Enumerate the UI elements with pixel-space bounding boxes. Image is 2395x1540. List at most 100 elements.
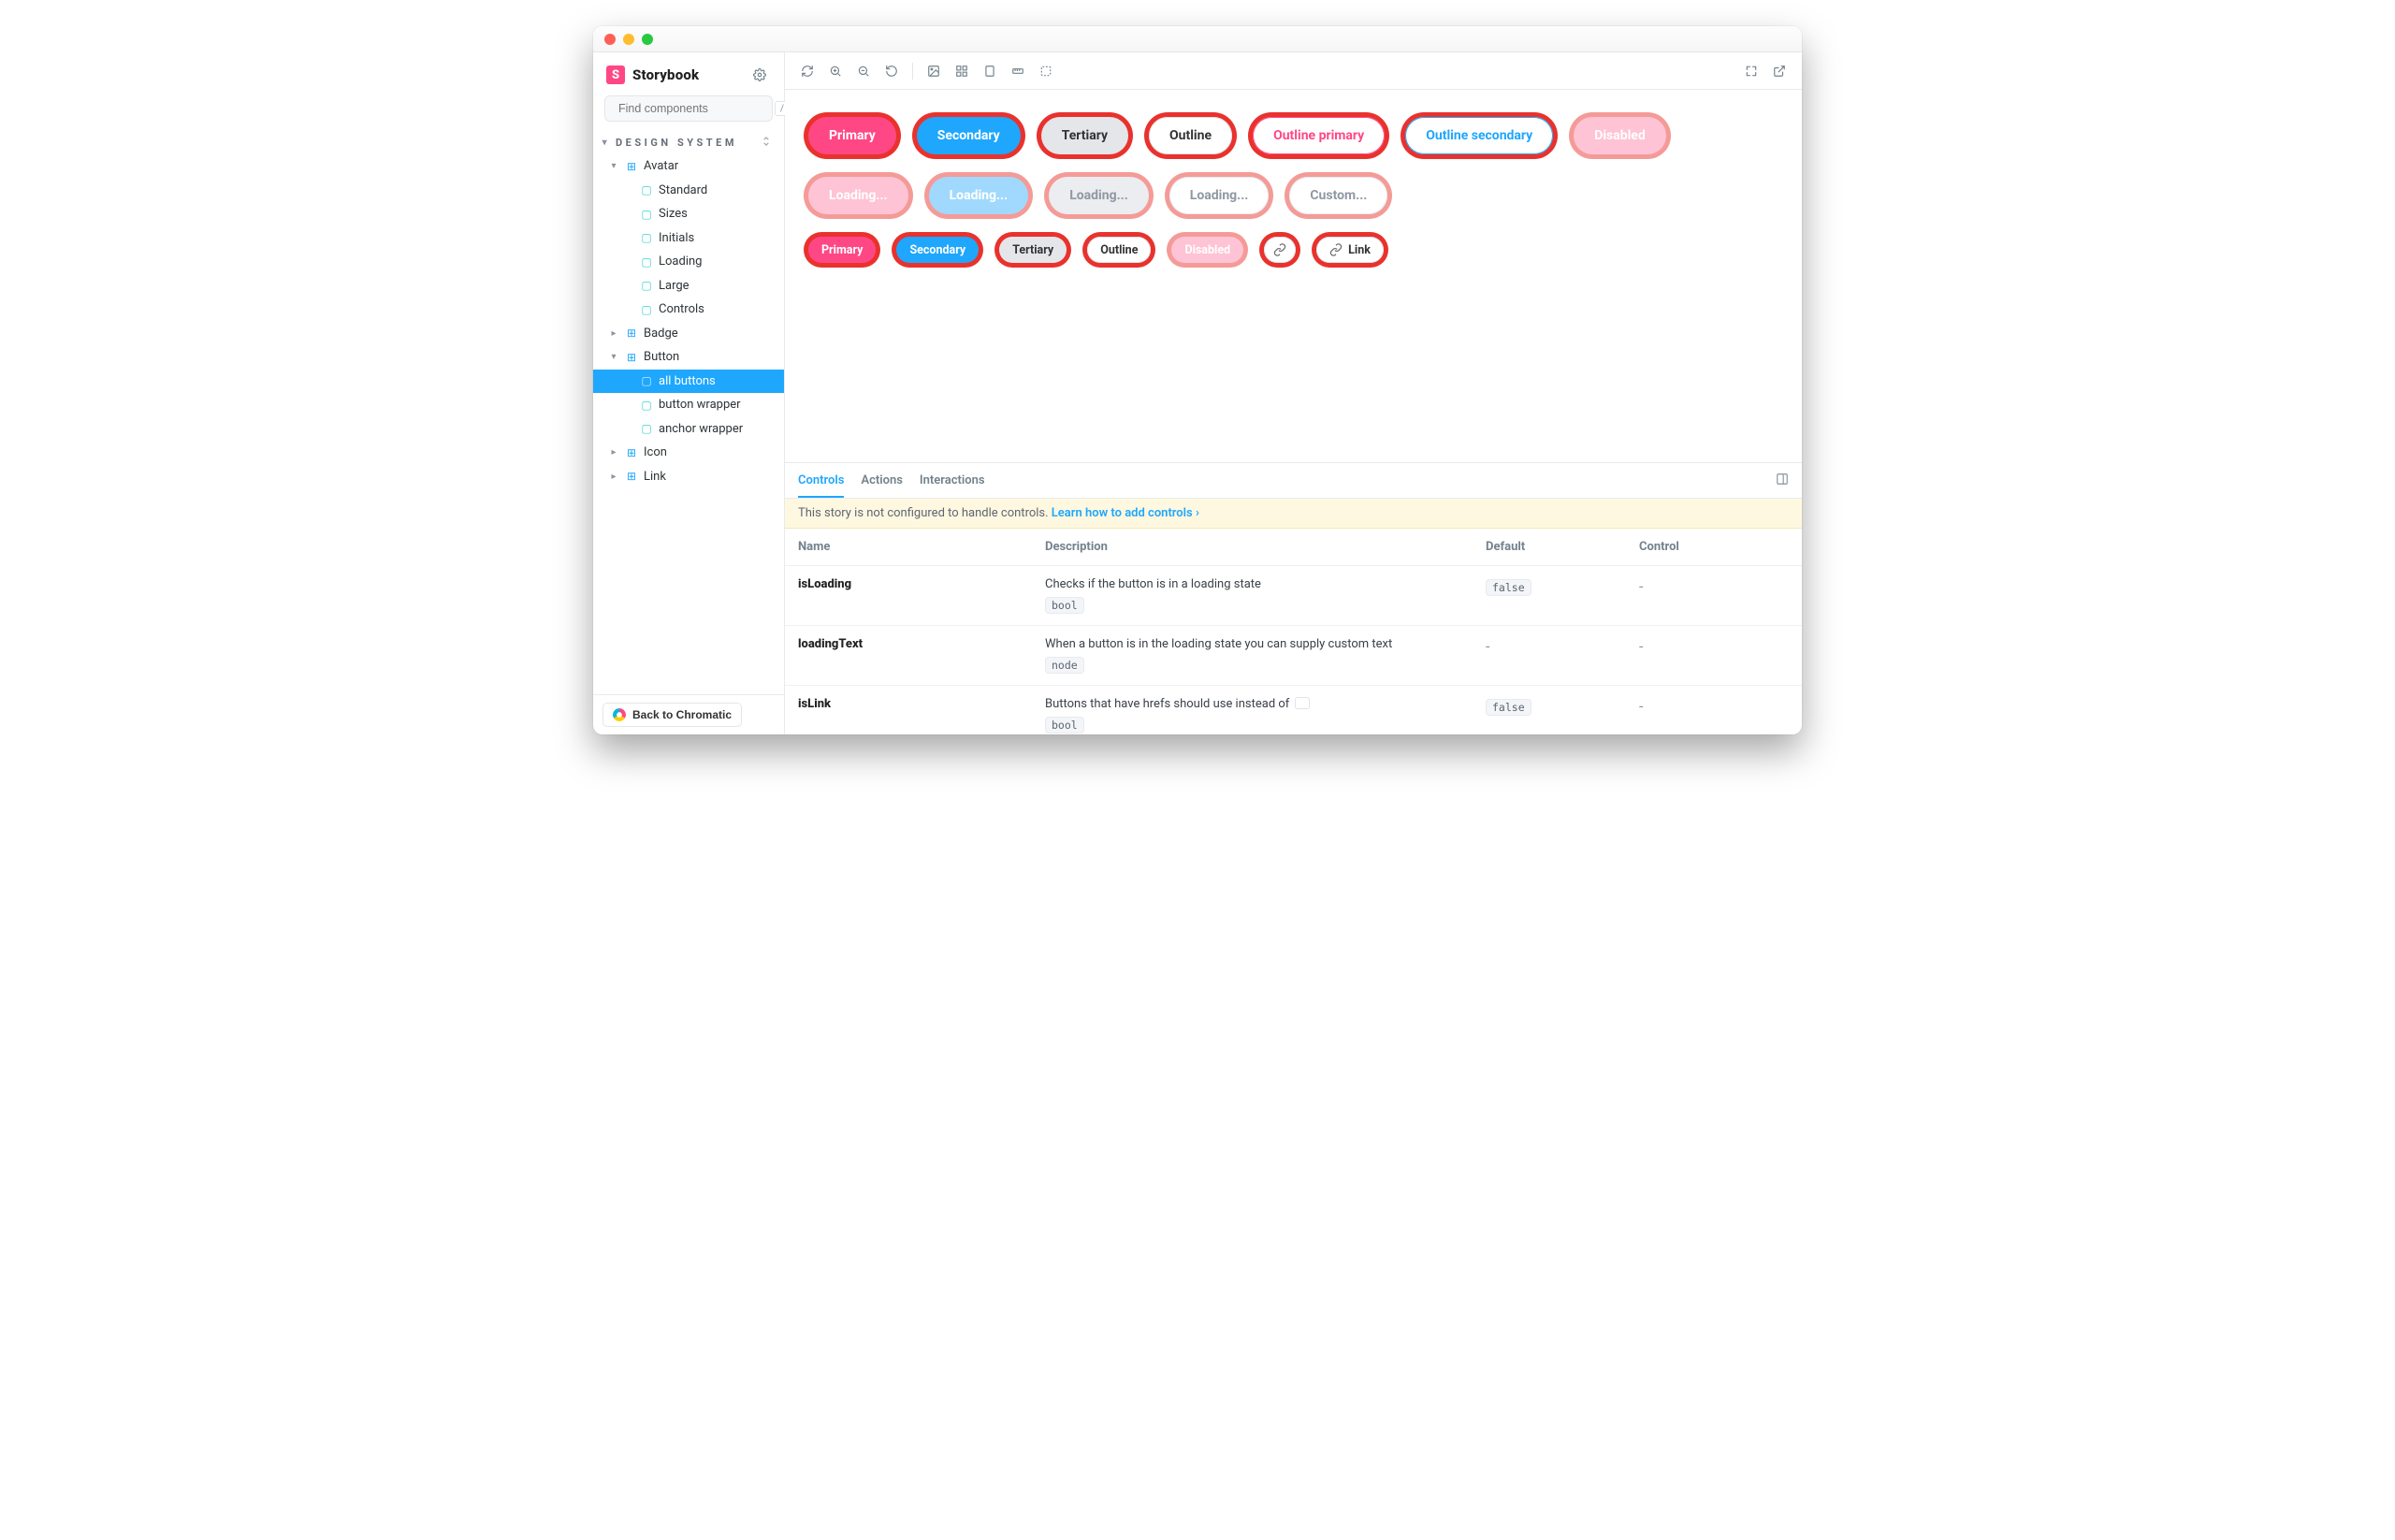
search-input[interactable]: / bbox=[604, 95, 773, 122]
sidebar-component-badge[interactable]: ⊞Badge bbox=[593, 322, 784, 346]
sample-button[interactable]: Outline secondary bbox=[1405, 117, 1553, 154]
sample-button[interactable]: Primary bbox=[808, 117, 896, 154]
back-to-chromatic-label: Back to Chromatic bbox=[632, 708, 732, 721]
prop-control[interactable]: - bbox=[1639, 637, 1789, 655]
sample-button[interactable]: Secondary bbox=[917, 117, 1021, 154]
sample-button[interactable]: Outline primary bbox=[1253, 117, 1385, 154]
sidebar-component-button[interactable]: ⊞Button bbox=[593, 345, 784, 370]
sample-button[interactable]: Loading... bbox=[1169, 177, 1270, 214]
sample-button[interactable]: Tertiary bbox=[999, 237, 1067, 263]
button-label: Outline primary bbox=[1273, 128, 1364, 143]
tab-controls[interactable]: Controls bbox=[798, 463, 844, 498]
prop-name: loadingText bbox=[798, 637, 1041, 651]
fullscreen-button[interactable] bbox=[1740, 60, 1763, 82]
nav-label: Loading bbox=[659, 253, 702, 271]
button-row: Loading... Loading... Loading... Loading...… bbox=[804, 172, 1783, 219]
sidebar-component-avatar[interactable]: ⊞Avatar bbox=[593, 154, 784, 179]
button-label: Disabled bbox=[1184, 243, 1230, 257]
grid-button[interactable] bbox=[951, 60, 973, 82]
zoom-out-button[interactable] bbox=[852, 60, 875, 82]
remount-button[interactable] bbox=[796, 60, 819, 82]
button-label: Outline secondary bbox=[1426, 128, 1532, 143]
story-icon: ▢ bbox=[640, 229, 653, 246]
sort-icon[interactable] bbox=[760, 135, 773, 151]
nav-label: Avatar bbox=[644, 157, 678, 176]
sample-button[interactable]: Loading... bbox=[808, 177, 908, 214]
sample-button[interactable]: Disabled bbox=[1574, 117, 1666, 154]
sidebar-component-link[interactable]: ⊞Link bbox=[593, 465, 784, 489]
highlight-ring: Primary bbox=[804, 232, 880, 268]
prop-desc: When a button is in the loading state yo… bbox=[1045, 637, 1482, 674]
sidebar-story-large[interactable]: ▢Large bbox=[593, 274, 784, 298]
sample-button[interactable]: Tertiary bbox=[1041, 117, 1128, 154]
table-row: isLoadingChecks if the button is in a lo… bbox=[785, 566, 1802, 626]
sample-button[interactable]: Loading... bbox=[1049, 177, 1149, 214]
zoom-in-icon bbox=[829, 65, 842, 78]
prop-control[interactable]: - bbox=[1639, 697, 1789, 715]
window-close-button[interactable] bbox=[604, 34, 616, 45]
highlight-ring: Disabled bbox=[1167, 232, 1248, 268]
col-desc: Description bbox=[1045, 540, 1482, 554]
sample-button[interactable]: Disabled bbox=[1171, 237, 1243, 263]
button-row: Primary Secondary Tertiary Outline Outline p… bbox=[804, 112, 1783, 159]
story-icon: ▢ bbox=[640, 182, 653, 198]
sample-button[interactable]: Outline bbox=[1149, 117, 1232, 154]
sample-button[interactable]: Custom... bbox=[1289, 177, 1387, 214]
settings-button[interactable] bbox=[748, 64, 771, 86]
button-label: Tertiary bbox=[1012, 243, 1053, 257]
button-row: Primary Secondary Tertiary Outline Disabled L… bbox=[804, 232, 1783, 268]
sample-button[interactable]: Loading... bbox=[929, 177, 1029, 214]
zoom-in-button[interactable] bbox=[824, 60, 847, 82]
picture-icon bbox=[927, 65, 940, 78]
tab-interactions[interactable]: Interactions bbox=[920, 463, 985, 498]
prop-control[interactable]: - bbox=[1639, 577, 1789, 595]
story-icon: ▢ bbox=[640, 372, 653, 389]
code-chip-icon bbox=[1295, 697, 1310, 709]
viewport-mobile-button[interactable] bbox=[979, 60, 1001, 82]
sample-button[interactable]: Secondary bbox=[896, 237, 979, 263]
nav-label: Standard bbox=[659, 182, 707, 200]
banner-link[interactable]: Learn how to add controls › bbox=[1052, 506, 1199, 520]
nav-label: button wrapper bbox=[659, 396, 741, 414]
sidebar-story-button-wrapper[interactable]: ▢button wrapper bbox=[593, 393, 784, 417]
button-label: Link bbox=[1348, 243, 1371, 257]
measure-button[interactable] bbox=[1007, 60, 1029, 82]
back-to-chromatic-button[interactable]: Back to Chromatic bbox=[602, 703, 742, 727]
open-in-new-button[interactable] bbox=[1768, 60, 1791, 82]
sidebar-story-standard[interactable]: ▢ Standard bbox=[593, 179, 784, 203]
addon-panel-menu[interactable] bbox=[1776, 472, 1789, 489]
sample-button[interactable]: Primary bbox=[808, 237, 876, 263]
sample-button[interactable]: Link bbox=[1316, 237, 1384, 263]
window-zoom-button[interactable] bbox=[642, 34, 653, 45]
sample-button[interactable]: Outline bbox=[1087, 237, 1151, 263]
sample-button[interactable] bbox=[1264, 237, 1296, 263]
tab-actions[interactable]: Actions bbox=[861, 463, 903, 498]
prop-default: false bbox=[1486, 577, 1635, 595]
search-input-field[interactable] bbox=[618, 102, 769, 115]
highlight-ring: Loading... bbox=[1165, 172, 1274, 219]
sidebar-story-loading[interactable]: ▢Loading bbox=[593, 250, 784, 274]
highlight-ring: Secondary bbox=[912, 112, 1025, 159]
sidebar-story-anchor-wrapper[interactable]: ▢anchor wrapper bbox=[593, 417, 784, 442]
nav-label: Sizes bbox=[659, 205, 688, 224]
nav-label: Controls bbox=[659, 300, 704, 319]
button-label: Loading... bbox=[829, 188, 888, 203]
sidebar-story-controls[interactable]: ▢Controls bbox=[593, 298, 784, 322]
background-button[interactable] bbox=[922, 60, 945, 82]
sidebar-story-sizes[interactable]: ▢ Sizes bbox=[593, 202, 784, 226]
controls-table: Name Description Default Control isLoadi… bbox=[785, 529, 1802, 734]
col-default: Default bbox=[1486, 540, 1635, 554]
table-row: loadingText When a button is in the loadi… bbox=[785, 626, 1802, 686]
prop-type: node bbox=[1045, 657, 1084, 674]
window-minimize-button[interactable] bbox=[623, 34, 634, 45]
zoom-reset-button[interactable] bbox=[880, 60, 903, 82]
prop-default: - bbox=[1486, 637, 1635, 655]
story-icon: ▢ bbox=[640, 206, 653, 223]
highlight-ring: Tertiary bbox=[1037, 112, 1133, 159]
component-icon: ⊞ bbox=[625, 325, 638, 341]
section-header[interactable]: ▾ Design System bbox=[593, 131, 784, 154]
sidebar-story-all-buttons[interactable]: ▢all buttons bbox=[593, 370, 784, 394]
sidebar-component-icon[interactable]: ⊞Icon bbox=[593, 441, 784, 465]
sidebar-story-initials[interactable]: ▢Initials bbox=[593, 226, 784, 251]
outline-button[interactable] bbox=[1035, 60, 1057, 82]
